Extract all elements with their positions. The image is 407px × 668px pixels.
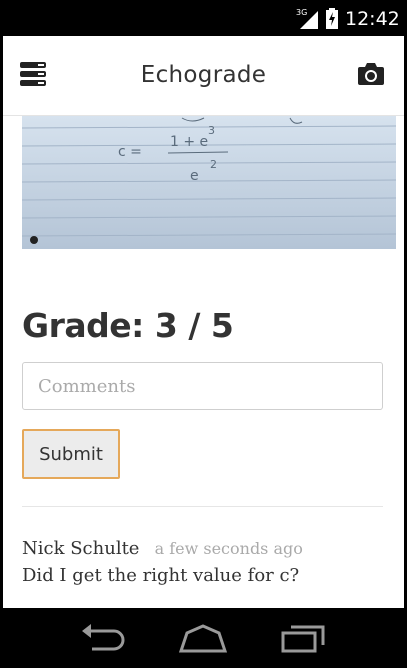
- photo-text-c: c =: [118, 144, 142, 160]
- back-icon[interactable]: [78, 621, 128, 655]
- recents-icon[interactable]: [279, 621, 329, 655]
- comment-item: Nick Schulte a few seconds ago Did I get…: [22, 538, 392, 586]
- navigation-bar: [0, 608, 407, 668]
- app-bar: Echograde: [3, 36, 404, 116]
- comment-author: Nick Schulte: [22, 538, 140, 559]
- battery-icon: [326, 8, 338, 29]
- comment-timestamp: a few seconds ago: [154, 539, 303, 558]
- grade-label: Grade:: [22, 306, 144, 345]
- status-bar: 3G 12:42: [0, 0, 407, 36]
- home-icon[interactable]: [178, 621, 228, 655]
- grade-score: 3: [154, 306, 178, 345]
- divider: [22, 506, 383, 507]
- camera-icon[interactable]: [357, 62, 385, 86]
- clock: 12:42: [345, 8, 400, 30]
- grade-total: 5: [210, 306, 234, 345]
- grade-separator: /: [188, 306, 200, 345]
- submission-photo: c = 1 + e 3 e 2: [22, 116, 396, 249]
- grade-heading: Grade: 3 / 5: [22, 306, 234, 345]
- app-title: Echograde: [140, 62, 267, 88]
- photo-text-denominator: e: [190, 168, 199, 184]
- photo-text-exp-top: 3: [208, 124, 215, 137]
- photo-text-exp-bottom: 2: [210, 158, 217, 171]
- app-screen: Echograde c = 1 + e 3 e 2 Grade: 3 / 5 C…: [3, 36, 404, 608]
- photo-text-numerator: 1 + e: [170, 134, 208, 150]
- signal-icon: 3G: [296, 8, 320, 30]
- submit-button[interactable]: Submit: [22, 429, 120, 479]
- comments-input[interactable]: [22, 362, 383, 410]
- comment-text: Did I get the right value for c?: [22, 565, 300, 586]
